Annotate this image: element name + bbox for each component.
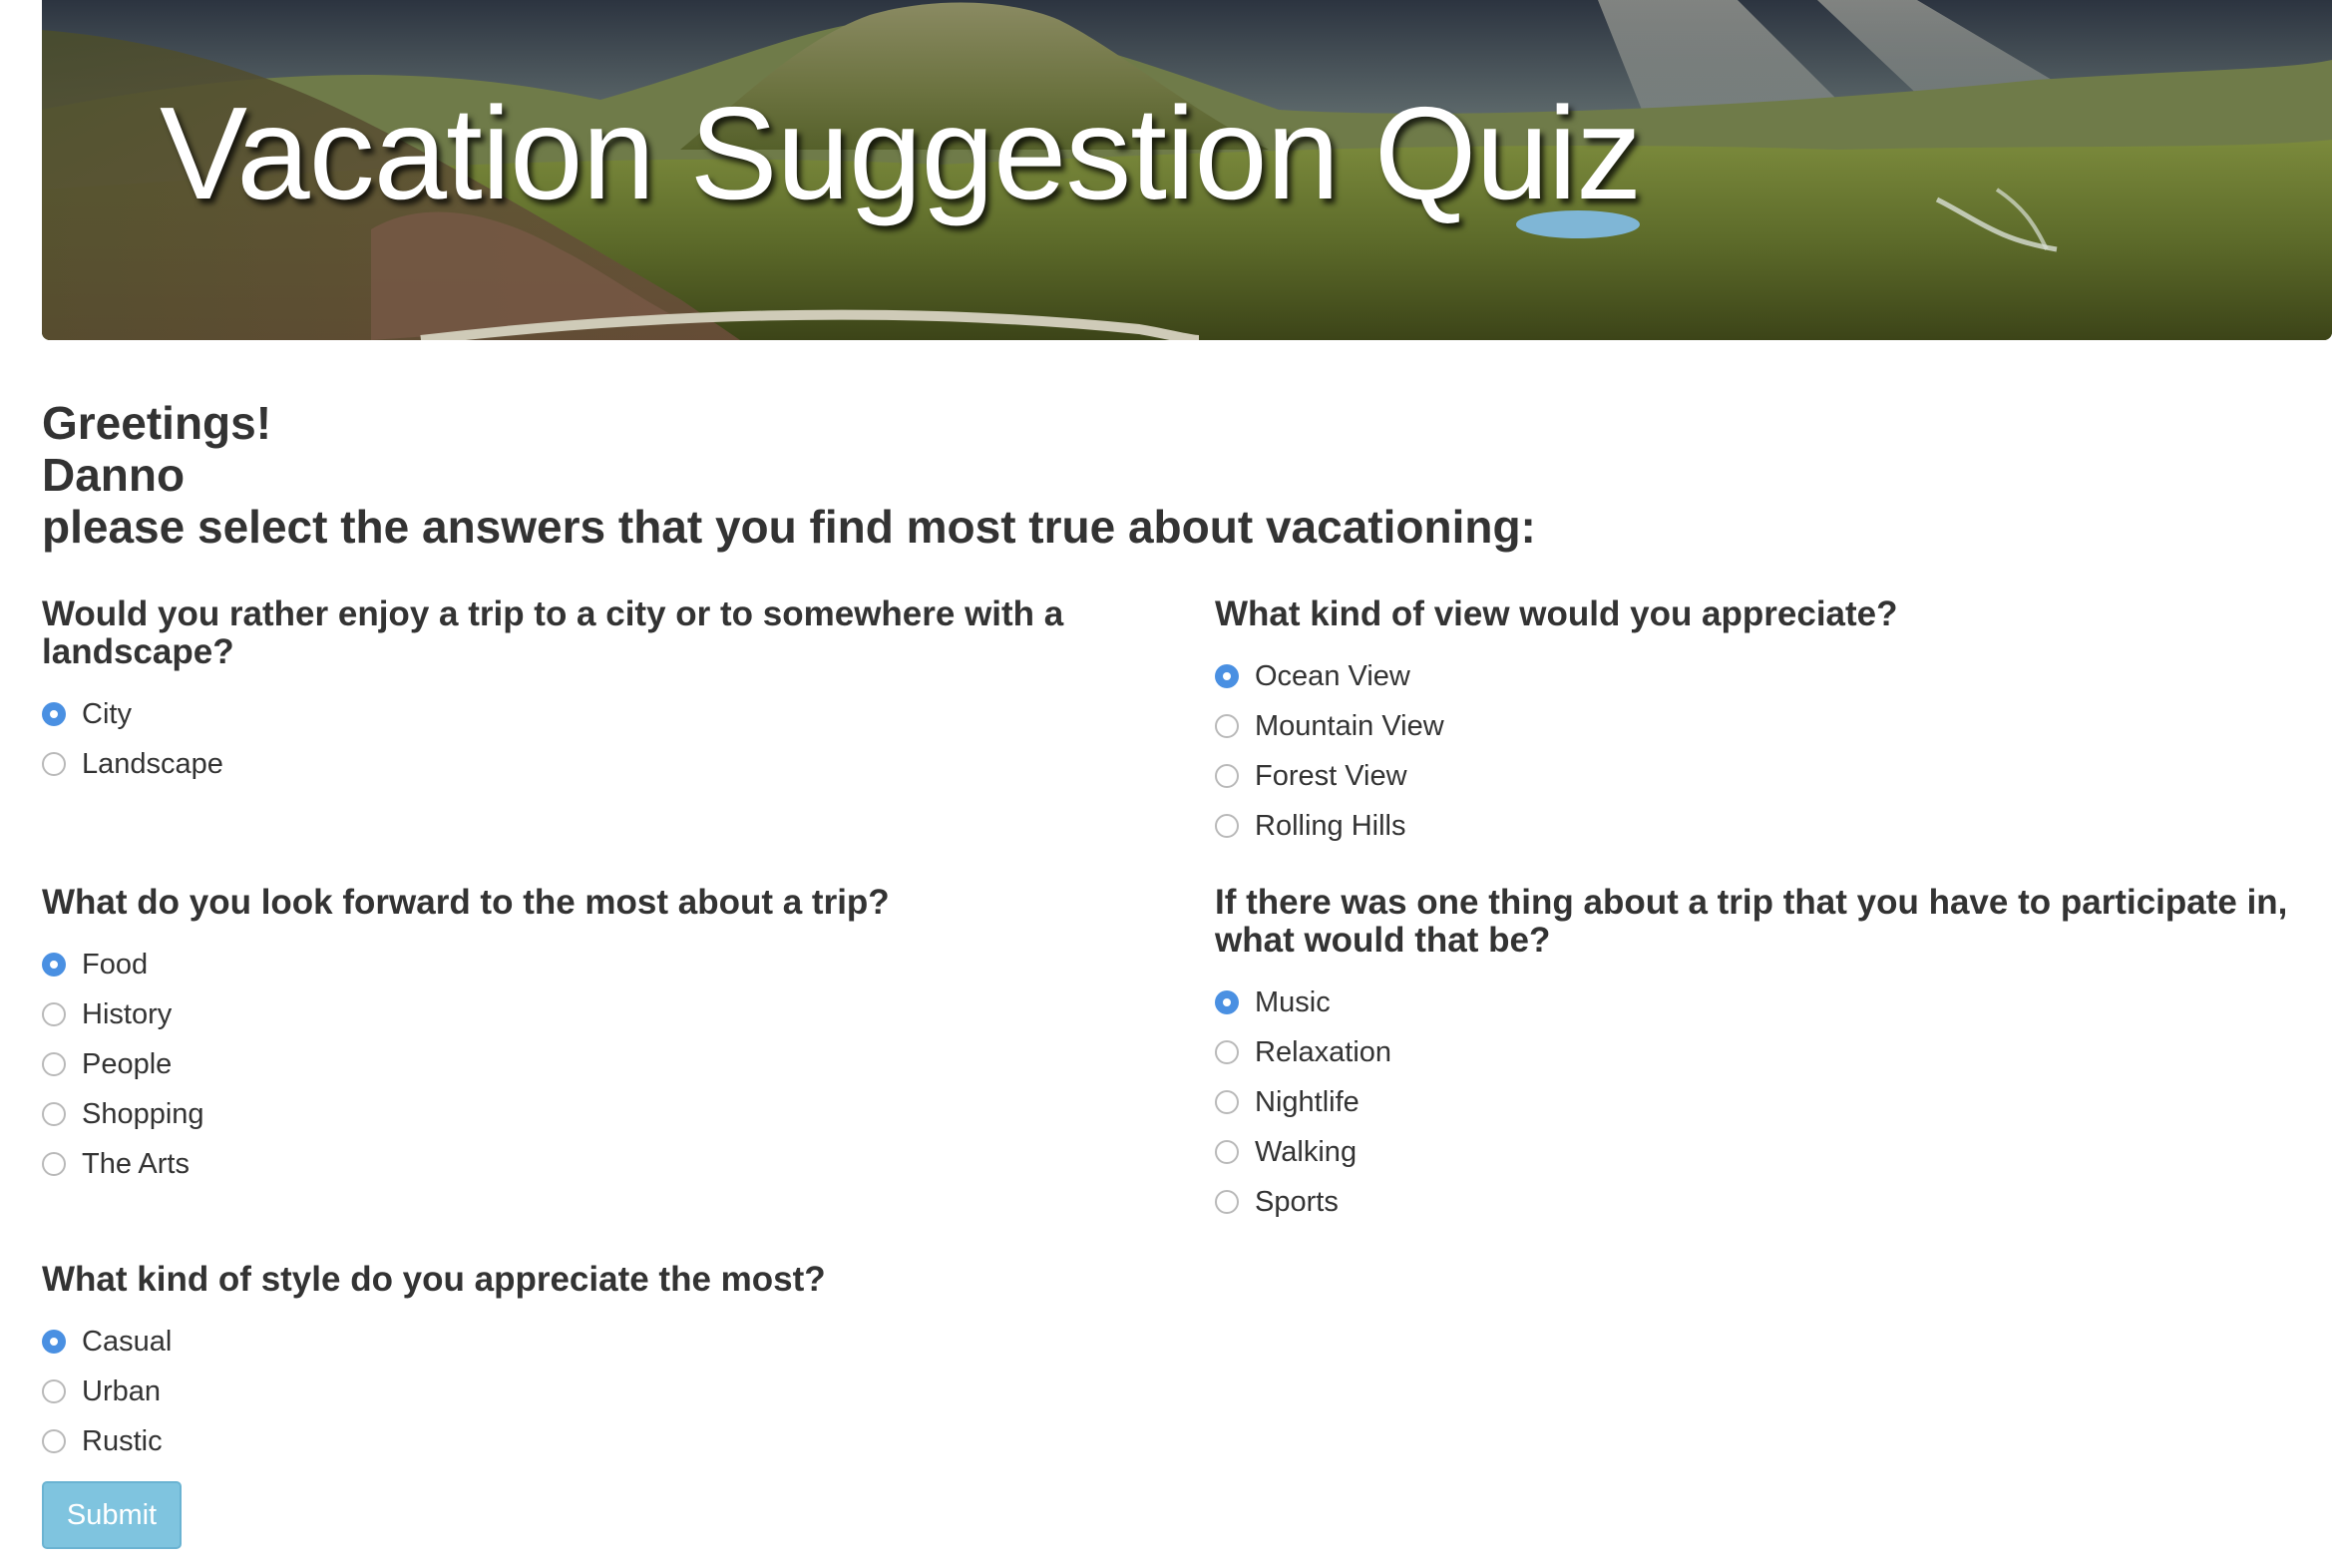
header-banner: Vacation Suggestion Quiz [42,0,2332,340]
radio-option-landscape[interactable]: Landscape [42,739,1139,789]
option-label: Food [82,948,149,980]
greeting: Greetings! Danno please select the answe… [42,397,1536,553]
option-label: City [82,697,132,730]
question-participate: If there was one thing about a trip that… [1215,884,2332,1227]
question-title: Would you rather enjoy a trip to a city … [42,594,1064,671]
radio-button[interactable] [1215,714,1239,738]
radio-option-urban[interactable]: Urban [42,1367,1139,1416]
option-label: Rolling Hills [1255,809,1406,842]
option-label: Shopping [82,1097,204,1130]
radio-option-food[interactable]: Food [42,940,1139,989]
radio-button[interactable] [1215,1090,1239,1114]
question-title: What kind of view would you appreciate? [1215,594,1898,633]
page-title: Vacation Suggestion Quiz [160,80,1642,226]
radio-button[interactable] [42,1330,66,1354]
option-label: Casual [82,1325,173,1358]
radio-option-forest-view[interactable]: Forest View [1215,751,2332,801]
radio-option-walking[interactable]: Walking [1215,1127,2332,1177]
radio-button[interactable] [1215,814,1239,838]
instructions: please select the answers that you find … [42,501,1536,553]
radio-option-mountain-view[interactable]: Mountain View [1215,701,2332,751]
radio-button[interactable] [1215,1140,1239,1164]
radio-button[interactable] [42,702,66,726]
radio-option-casual[interactable]: Casual [42,1317,1139,1367]
radio-button[interactable] [42,953,66,977]
option-label: Nightlife [1255,1085,1360,1118]
question-style: What kind of style do you appreciate the… [42,1261,1139,1466]
option-label: Music [1255,985,1331,1018]
radio-option-music[interactable]: Music [1215,978,2332,1027]
question-city-or-landscape: Would you rather enjoy a trip to a city … [42,595,1139,789]
radio-button[interactable] [42,1429,66,1453]
radio-button[interactable] [42,1052,66,1076]
greeting-line: Greetings! [42,397,272,449]
option-label: Landscape [82,747,223,780]
radio-option-the-arts[interactable]: The Arts [42,1139,1139,1189]
radio-button[interactable] [1215,990,1239,1014]
option-label: Urban [82,1374,161,1407]
radio-option-rustic[interactable]: Rustic [42,1416,1139,1466]
question-title: What kind of style do you appreciate the… [42,1260,826,1299]
option-label: Rustic [82,1424,163,1457]
radio-button[interactable] [42,1002,66,1026]
option-label: Sports [1255,1185,1339,1218]
option-label: Ocean View [1255,659,1410,692]
option-label: Forest View [1255,759,1407,792]
radio-option-nightlife[interactable]: Nightlife [1215,1077,2332,1127]
radio-button[interactable] [1215,1190,1239,1214]
radio-option-sports[interactable]: Sports [1215,1177,2332,1227]
radio-button[interactable] [1215,664,1239,688]
question-look-forward: What do you look forward to the most abo… [42,884,1139,1189]
radio-button[interactable] [1215,1040,1239,1064]
radio-button[interactable] [42,1102,66,1126]
option-label: The Arts [82,1147,190,1180]
option-label: Relaxation [1255,1035,1392,1068]
user-name: Danno [42,449,186,501]
radio-button[interactable] [1215,764,1239,788]
submit-button[interactable]: Submit [42,1481,182,1549]
option-label: People [82,1047,173,1080]
radio-option-history[interactable]: History [42,989,1139,1039]
radio-option-city[interactable]: City [42,689,1139,739]
option-label: Walking [1255,1135,1358,1168]
radio-option-shopping[interactable]: Shopping [42,1089,1139,1139]
question-view: What kind of view would you appreciate? … [1215,595,2332,851]
option-label: Mountain View [1255,709,1444,742]
question-title: If there was one thing about a trip that… [1215,883,2288,960]
radio-option-ocean-view[interactable]: Ocean View [1215,651,2332,701]
radio-button[interactable] [42,1379,66,1403]
radio-button[interactable] [42,752,66,776]
radio-button[interactable] [42,1152,66,1176]
radio-option-relaxation[interactable]: Relaxation [1215,1027,2332,1077]
question-title: What do you look forward to the most abo… [42,883,890,922]
quiz-page: Vacation Suggestion Quiz Greetings! Dann… [0,0,2332,1568]
radio-option-rolling-hills[interactable]: Rolling Hills [1215,801,2332,851]
option-label: History [82,997,173,1030]
radio-option-people[interactable]: People [42,1039,1139,1089]
